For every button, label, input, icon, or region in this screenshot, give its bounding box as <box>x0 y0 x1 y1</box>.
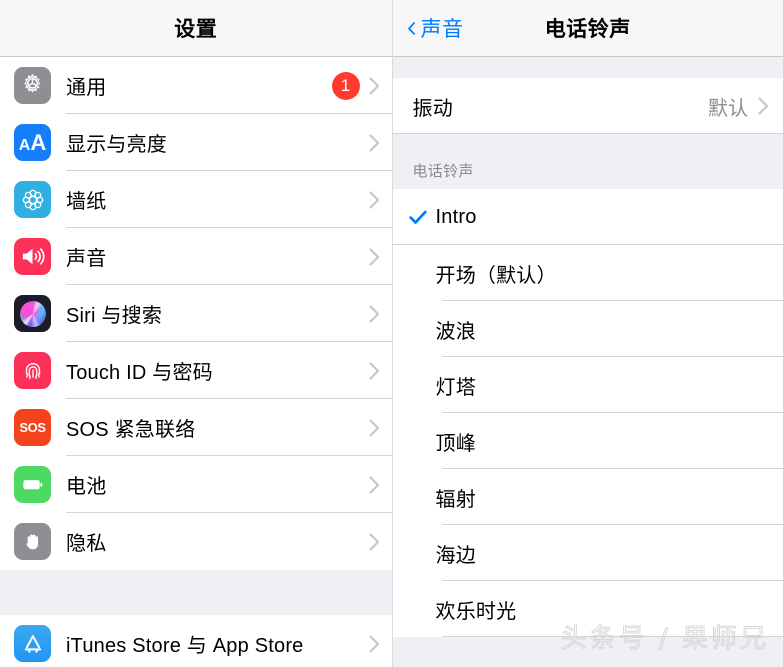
list-item[interactable]: 海边 <box>392 525 783 581</box>
list-item[interactable]: Intro <box>392 189 783 245</box>
wallpaper-icon <box>14 181 51 218</box>
ringtone-section-header: 电话铃声 <box>392 134 783 189</box>
chevron-right-icon <box>368 532 379 551</box>
sidebar-item-label: Siri 与搜索 <box>66 305 163 327</box>
sidebar-item-label: 墙纸 <box>66 191 107 213</box>
touchid-icon <box>14 352 51 389</box>
list-item[interactable]: 灯塔 <box>392 357 783 413</box>
chevron-right-icon <box>368 634 379 653</box>
row-vibration[interactable]: 振动 默认 <box>392 78 783 134</box>
ringtone-label: 欢乐时光 <box>435 600 517 623</box>
chevron-right-icon <box>368 190 379 209</box>
display-icon: AA <box>14 124 51 161</box>
sos-icon-glyph: SOS <box>19 420 46 435</box>
row-accessories <box>368 133 392 152</box>
sound-icon <box>14 238 51 275</box>
ringtone-list: Intro 开场（默认） 波浪 灯塔 顶峰 辐射 海边 欢乐时光 <box>392 189 783 637</box>
row-vibration-label: 振动 <box>412 97 453 120</box>
chevron-right-icon <box>368 76 379 95</box>
siri-orb-glyph <box>19 300 46 327</box>
ringtone-label: 海边 <box>435 544 476 567</box>
sidebar-item-label: 隐私 <box>66 533 107 555</box>
sidebar-item-label: iTunes Store 与 App Store <box>66 635 304 657</box>
back-button[interactable]: 声音 <box>405 0 464 56</box>
row-accessories: 默认 <box>708 92 783 121</box>
sidebar-item-label: 显示与亮度 <box>66 134 167 156</box>
checkmark-icon <box>408 210 427 224</box>
display-icon-glyph: AA <box>18 129 47 155</box>
list-item[interactable]: 欢乐时光 <box>392 581 783 637</box>
chevron-right-icon <box>368 418 379 437</box>
dual-screenshot: 设置 通用 1 AA 显示与亮度 墙纸 声音 Siri 与搜索 Touch ID… <box>0 0 783 667</box>
sidebar-item-label: SOS 紧急联络 <box>66 419 196 441</box>
chevron-right-icon <box>368 475 379 494</box>
sidebar-item-sounds[interactable]: 声音 <box>0 228 392 285</box>
row-accessories <box>368 634 392 653</box>
siri-icon <box>14 295 51 332</box>
page-title: 设置 <box>174 18 218 41</box>
sidebar-item-itunes-app-store[interactable]: iTunes Store 与 App Store <box>0 615 392 667</box>
settings-panel: 设置 通用 1 AA 显示与亮度 墙纸 声音 Siri 与搜索 Touch ID… <box>0 0 393 667</box>
ringtone-label: 灯塔 <box>435 376 476 399</box>
list-item[interactable]: 开场（默认） <box>392 245 783 301</box>
row-accessories <box>368 418 392 437</box>
settings-group-1: 通用 1 AA 显示与亮度 墙纸 声音 Siri 与搜索 Touch ID 与密… <box>0 57 392 570</box>
sidebar-item-battery[interactable]: 电池 <box>0 456 392 513</box>
sidebar-item-label: 电池 <box>66 476 107 498</box>
sidebar-item-privacy[interactable]: 隐私 <box>0 513 392 570</box>
row-accessories <box>368 304 392 323</box>
list-item[interactable]: 顶峰 <box>392 413 783 469</box>
battery-icon <box>14 466 51 503</box>
ringtone-label: Intro <box>435 205 477 228</box>
chevron-left-icon <box>407 21 415 35</box>
chevron-right-icon <box>368 361 379 380</box>
sos-icon: SOS <box>14 409 51 446</box>
chevron-right-icon <box>368 133 379 152</box>
row-accessories <box>368 475 392 494</box>
app-store-icon <box>14 625 51 662</box>
ringtone-panel: 声音 电话铃声 振动 默认 电话铃声 Intro 开场（默认） 波浪 灯塔 顶峰… <box>392 0 783 667</box>
sidebar-item-siri-search[interactable]: Siri 与搜索 <box>0 285 392 342</box>
ringtone-label: 开场（默认） <box>435 264 557 287</box>
ringtone-section-header-label: 电话铃声 <box>412 163 474 180</box>
sidebar-item-label: 通用 <box>66 77 107 99</box>
status-badge: 1 <box>331 71 360 100</box>
settings-navbar: 设置 <box>0 0 392 57</box>
settings-group-2: iTunes Store 与 App Store <box>0 615 392 667</box>
settings-group-gap <box>0 570 392 615</box>
ringtone-label: 波浪 <box>435 320 476 343</box>
privacy-hand-icon <box>14 523 51 560</box>
gear-icon <box>14 67 51 104</box>
sidebar-item-emergency-sos[interactable]: SOS SOS 紧急联络 <box>0 399 392 456</box>
row-accessories <box>368 247 392 266</box>
top-spacer <box>392 57 783 78</box>
sidebar-item-general[interactable]: 通用 1 <box>0 57 392 114</box>
row-accessories <box>368 190 392 209</box>
vibration-group: 振动 默认 <box>392 78 783 134</box>
chevron-right-icon <box>758 97 769 115</box>
sidebar-item-display-brightness[interactable]: AA 显示与亮度 <box>0 114 392 171</box>
row-accessories <box>368 361 392 380</box>
list-item[interactable]: 辐射 <box>392 469 783 525</box>
chevron-right-icon <box>368 304 379 323</box>
list-item[interactable]: 波浪 <box>392 301 783 357</box>
row-accessories <box>368 532 392 551</box>
row-accessories: 1 <box>331 71 392 100</box>
ringtone-label: 顶峰 <box>435 432 476 455</box>
back-button-label: 声音 <box>420 18 464 41</box>
sidebar-item-touch-id-passcode[interactable]: Touch ID 与密码 <box>0 342 392 399</box>
sidebar-item-wallpaper[interactable]: 墙纸 <box>0 171 392 228</box>
chevron-right-icon <box>368 247 379 266</box>
row-vibration-value: 默认 <box>708 97 748 120</box>
ringtone-label: 辐射 <box>435 488 476 511</box>
page-title: 电话铃声 <box>544 18 631 41</box>
ringtone-navbar: 声音 电话铃声 <box>392 0 783 57</box>
sidebar-item-label: Touch ID 与密码 <box>66 362 213 384</box>
sidebar-item-label: 声音 <box>66 248 107 270</box>
